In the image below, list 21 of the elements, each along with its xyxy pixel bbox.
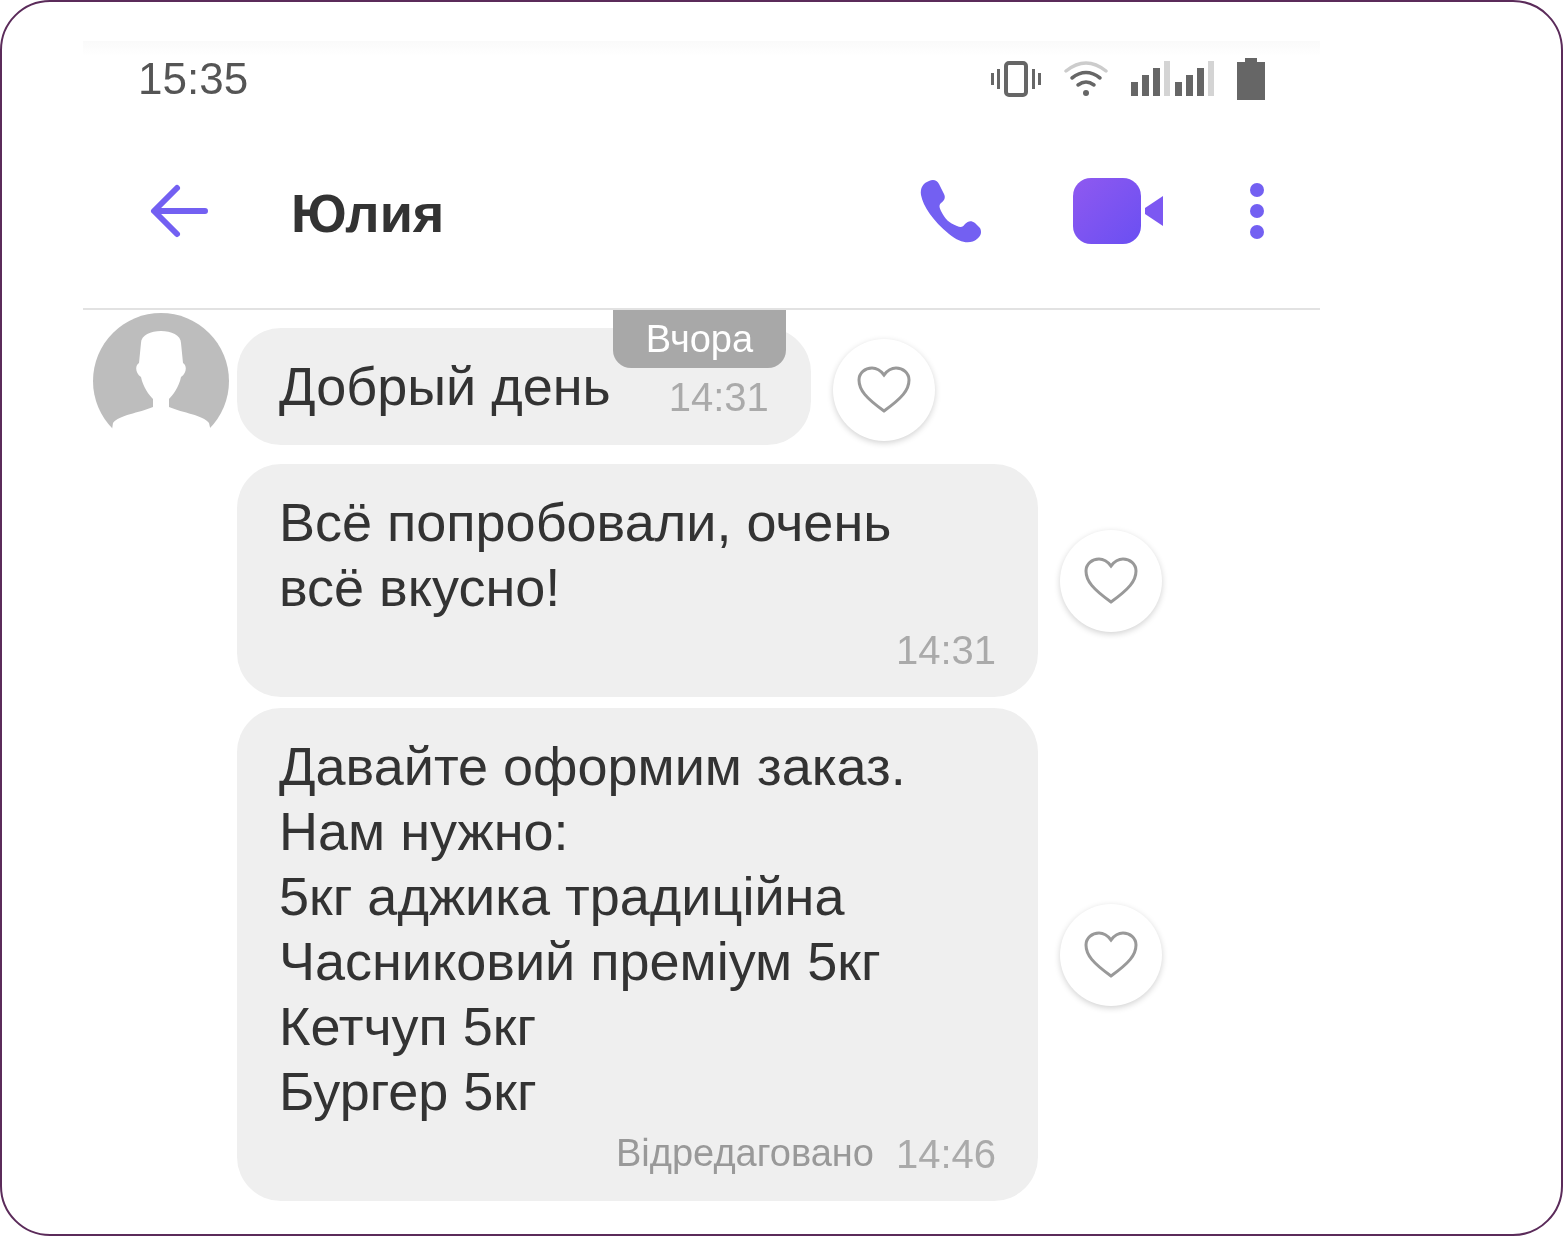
message-text: Добрый день	[279, 355, 611, 418]
message-text: Всё попробовали, очень всё вкусно!	[279, 491, 893, 619]
date-chip: Вчора	[613, 310, 786, 368]
message-time: 14:46	[895, 1132, 996, 1177]
heart-icon	[1083, 930, 1139, 979]
message-time: 14:31	[668, 375, 769, 420]
like-button[interactable]	[1060, 529, 1162, 632]
contact-name: Юлия	[291, 181, 446, 244]
status-time: 15:35	[138, 54, 249, 104]
vibrate-icon	[991, 61, 1041, 97]
heart-icon	[1083, 556, 1139, 605]
like-button[interactable]	[832, 339, 935, 441]
message-text: Давайте оформим заказ. Нам нужно: 5кг аджика традиційна Часниковий преміум 5кг Кетчуп 5кг Бургер 5кг	[279, 735, 907, 1123]
wifi-icon	[1063, 61, 1109, 97]
signal-icon	[1131, 60, 1215, 98]
like-button[interactable]	[1060, 903, 1162, 1006]
edited-label: Відредаговано	[616, 1132, 874, 1176]
heart-icon	[855, 366, 912, 414]
video-call-button[interactable]	[1073, 178, 1165, 247]
message-time: 14:31	[895, 628, 996, 673]
battery-icon	[1237, 58, 1265, 100]
